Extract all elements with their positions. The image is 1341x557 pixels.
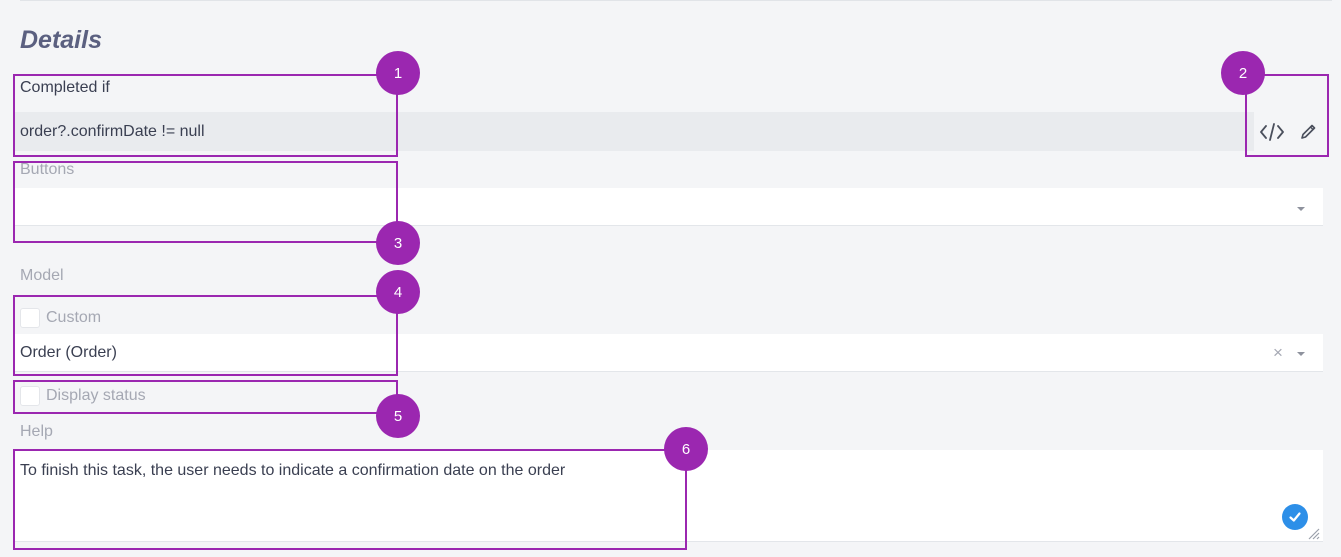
help-label: Help bbox=[20, 423, 53, 440]
callout-badge-1: 1 bbox=[376, 51, 420, 95]
resize-handle-icon[interactable] bbox=[1306, 528, 1320, 540]
callout-box-4 bbox=[13, 295, 398, 376]
clear-icon[interactable]: × bbox=[1273, 344, 1283, 361]
top-divider bbox=[20, 0, 1332, 1]
callout-box-3 bbox=[13, 161, 398, 243]
callout-badge-3: 3 bbox=[376, 221, 420, 265]
caret-down-icon bbox=[1297, 207, 1305, 211]
callout-box-1 bbox=[13, 74, 398, 157]
caret-down-icon bbox=[1297, 352, 1305, 356]
callout-badge-4: 4 bbox=[376, 270, 420, 314]
callout-badge-2: 2 bbox=[1221, 51, 1265, 95]
model-label: Model bbox=[20, 267, 64, 284]
callout-box-5 bbox=[13, 380, 398, 414]
check-icon bbox=[1289, 512, 1301, 522]
callout-badge-5: 5 bbox=[376, 394, 420, 438]
save-check-button[interactable] bbox=[1282, 504, 1308, 530]
callout-box-6 bbox=[13, 449, 687, 550]
section-title: Details bbox=[20, 26, 102, 54]
callout-badge-6: 6 bbox=[664, 427, 708, 471]
